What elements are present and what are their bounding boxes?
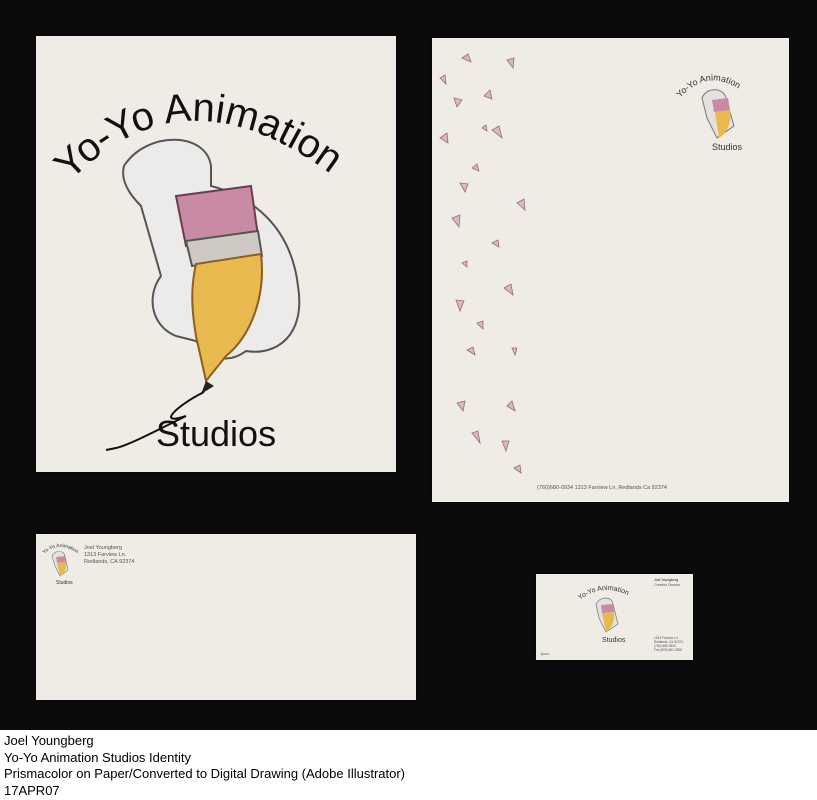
caption-artist: Joel Youngberg — [4, 733, 94, 748]
svg-text:Studios: Studios — [602, 637, 626, 644]
business-card-name: Joel Youngberg — [654, 578, 679, 582]
letterhead-logo: Yo-Yo Animation Studios — [674, 72, 742, 152]
letterhead-art: Yo-Yo Animation Studios — [439, 53, 743, 474]
envelope-name: Joel Youngberg — [84, 545, 122, 551]
logo-illustration: Yo-Yo Animation Studios — [46, 86, 351, 454]
svg-text:Studios: Studios — [712, 142, 743, 152]
svg-text:Studios: Studios — [56, 580, 73, 586]
envelope-logo: Yo-Yo Animation Studios — [42, 543, 80, 586]
business-card-email: Jyoun... — [540, 652, 552, 656]
caption-title: Yo-Yo Animation Studios Identity — [4, 749, 191, 765]
business-card-logo: Yo-Yo Animation Studios — [577, 585, 630, 644]
logo-studios-text: Studios — [156, 413, 276, 454]
letterhead: Yo-Yo Animation Studios (760)680-0934 13… — [432, 38, 789, 502]
business-card: Yo-Yo Animation Studios Joel Youngberg C… — [536, 574, 693, 660]
letterhead-footer: (760)680-0934 1313 Farview Ln, Redlands … — [537, 485, 667, 491]
envelope-return-address: Joel Youngberg 1313 Farview Ln. Redlands… — [84, 545, 134, 566]
business-card-title: Creative Director — [654, 582, 681, 587]
business-card-address: 1313 Farview Ln. Redlands, Ca 92374 (760… — [654, 636, 683, 652]
envelope: Yo-Yo Animation Studios Joel Youngberg 1… — [36, 534, 416, 700]
caption-date: 17APR07 — [4, 782, 60, 798]
pencil-body — [191, 252, 263, 384]
business-card-name-block: Joel Youngberg Creative Director — [654, 578, 680, 587]
envelope-address-line2: Redlands, CA 92374 — [84, 559, 135, 565]
caption-medium: Prismacolor on Paper/Converted to Digita… — [4, 766, 406, 781]
envelope-address-line1: 1313 Farview Ln. — [84, 552, 127, 558]
logo-sheet: Yo-Yo Animation Studios — [36, 36, 396, 472]
caption: Joel Youngberg Yo-Yo Animation Studios I… — [4, 733, 814, 799]
shavings-pattern — [439, 53, 526, 474]
business-card-address-line: Fax (909) 881-2556 — [654, 648, 682, 652]
